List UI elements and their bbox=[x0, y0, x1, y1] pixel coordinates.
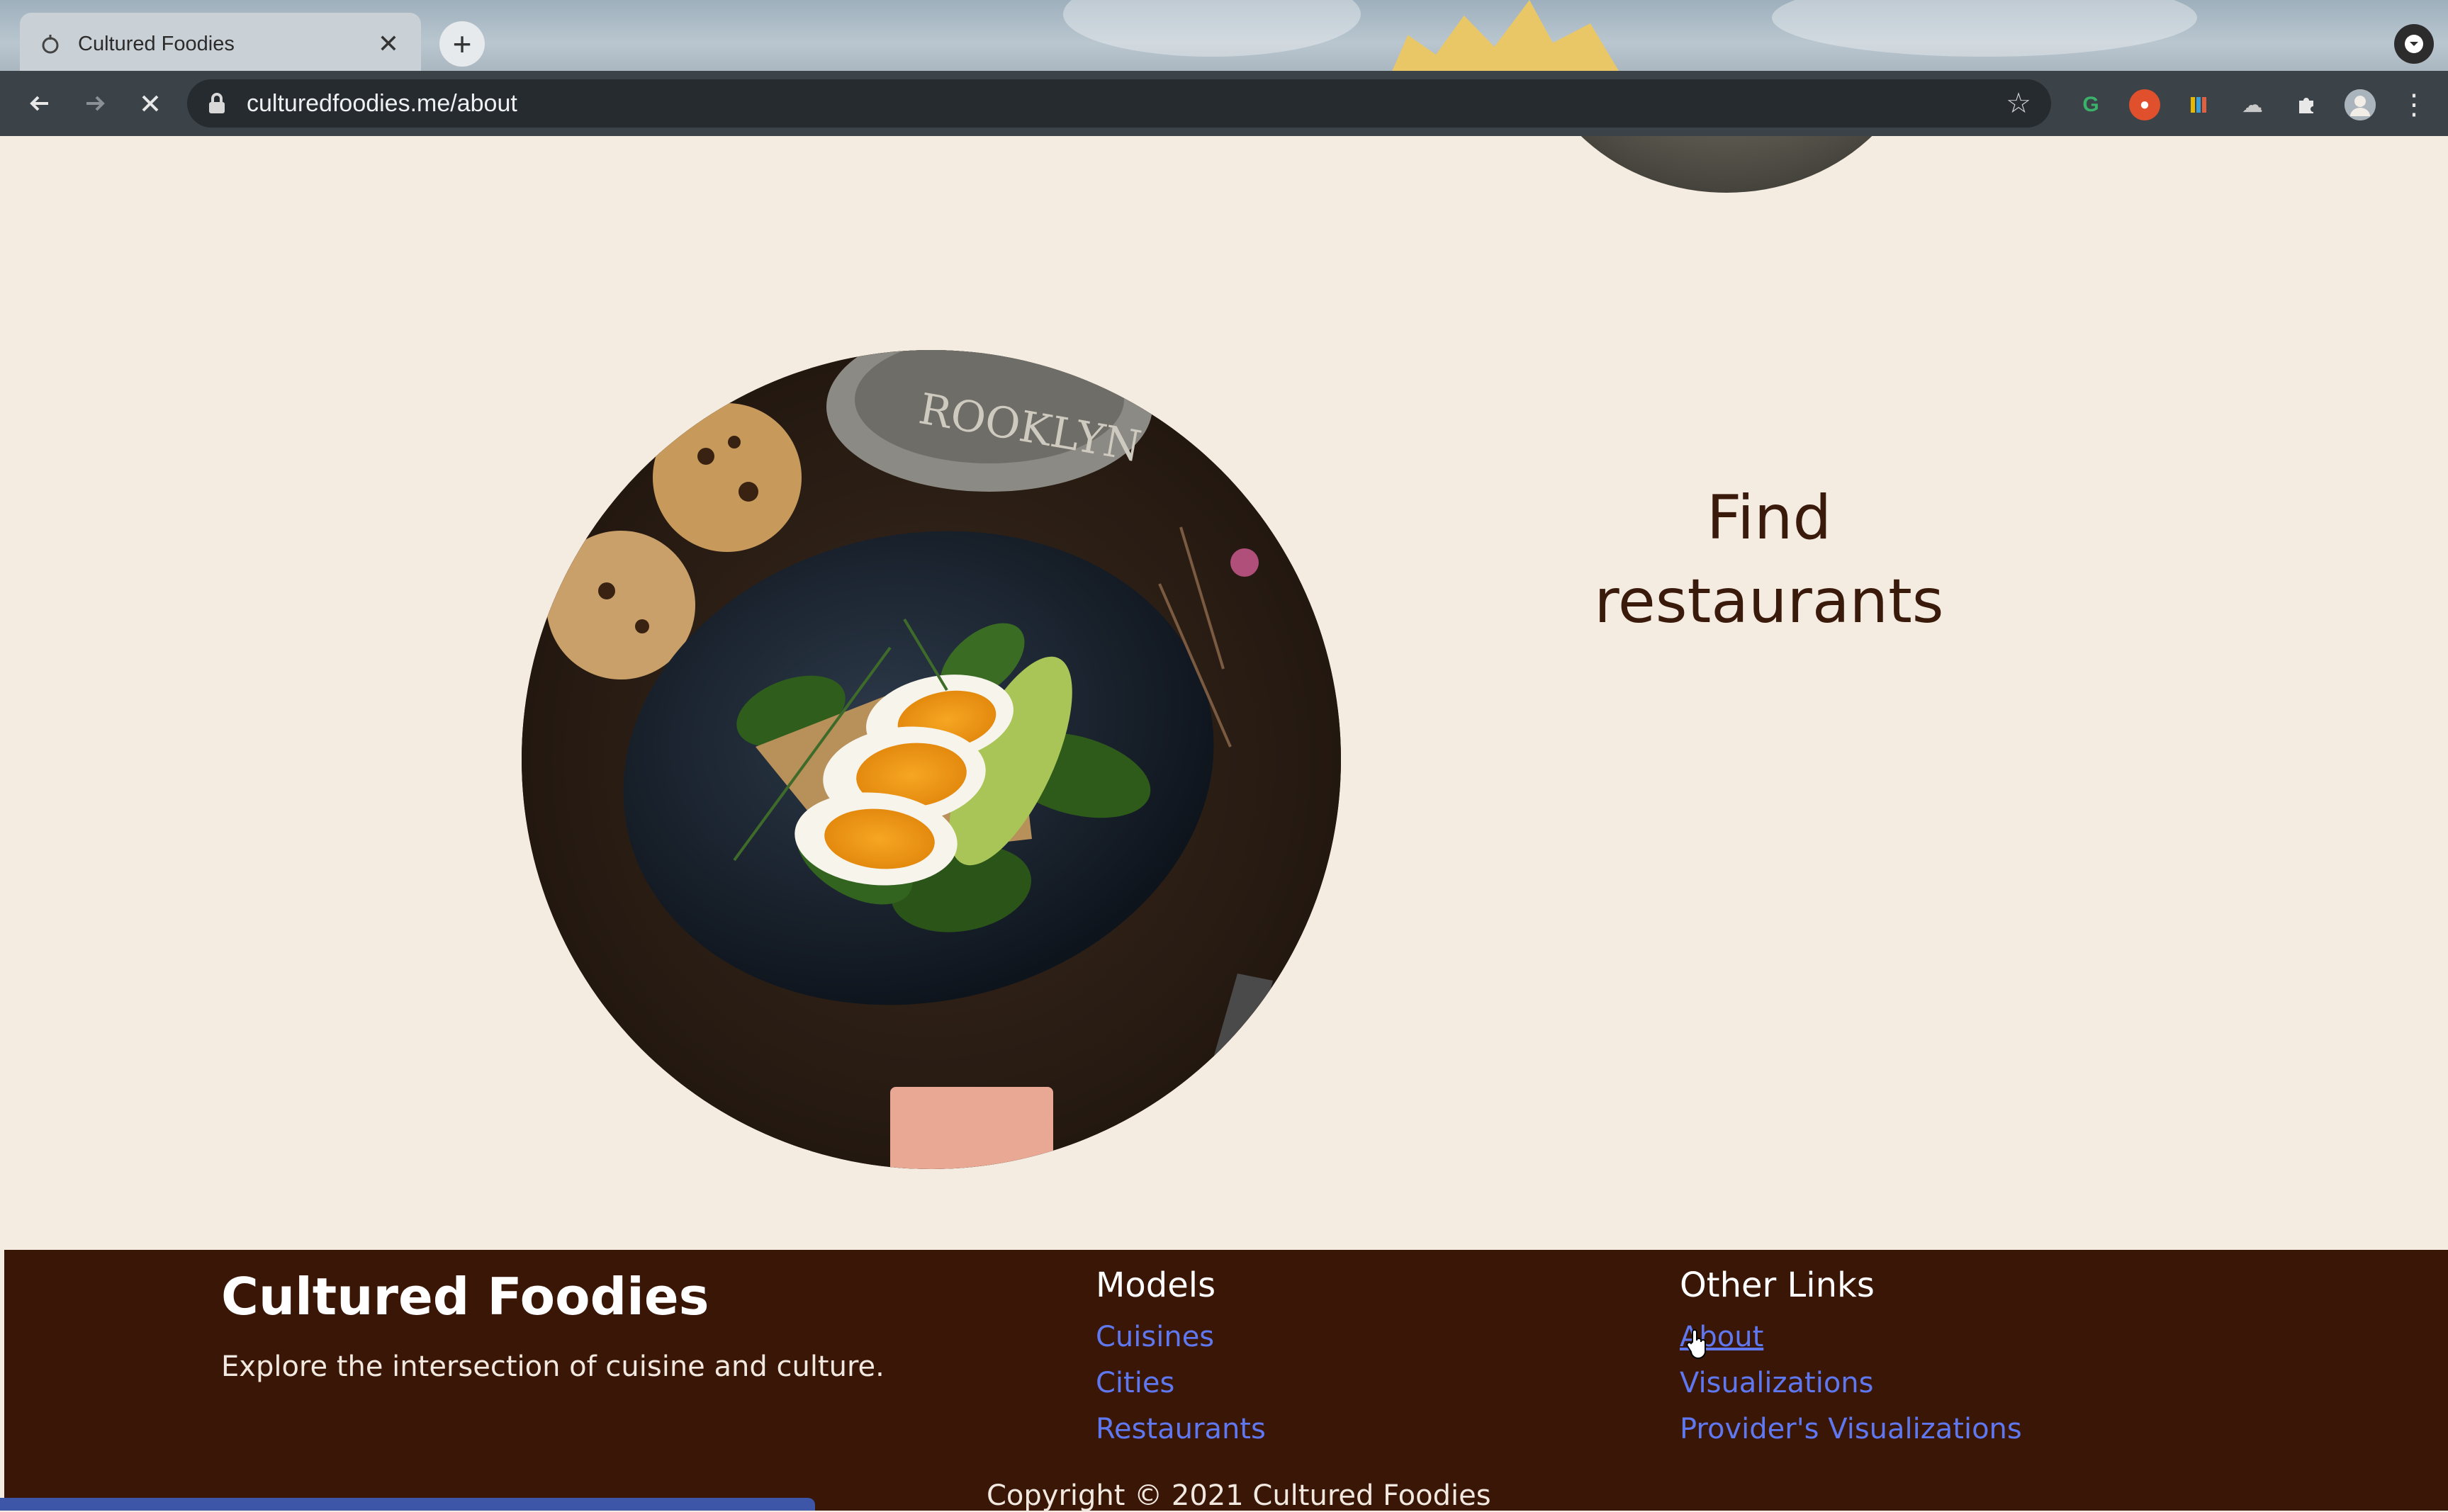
address-bar[interactable]: culturedfoodies.me/about ☆ bbox=[187, 79, 2051, 128]
tab-search-button[interactable] bbox=[2394, 24, 2434, 64]
new-tab-button[interactable]: + bbox=[439, 21, 485, 67]
list-item: Restaurants bbox=[1096, 1413, 1266, 1459]
other-links-heading: Other Links bbox=[1680, 1265, 1875, 1305]
browser-tab-strip: Cultured Foodies ✕ + bbox=[0, 0, 2448, 78]
footer-brand: Cultured Foodies bbox=[221, 1267, 709, 1326]
puzzle-extensions-icon[interactable] bbox=[2291, 89, 2322, 120]
site-footer: Cultured Foodies Explore the intersectio… bbox=[4, 1250, 2448, 1512]
other-links: About Visualizations Provider's Visualiz… bbox=[1680, 1321, 2022, 1459]
url-text[interactable]: culturedfoodies.me/about bbox=[247, 90, 2006, 118]
back-button[interactable] bbox=[18, 82, 61, 125]
stop-loading-icon bbox=[142, 95, 159, 112]
list-item: About bbox=[1680, 1321, 2022, 1367]
theme-decoration bbox=[1389, 0, 1623, 78]
pointer-hand-icon bbox=[1686, 1329, 1707, 1359]
kebab-menu-icon[interactable]: ⋮ bbox=[2398, 89, 2430, 120]
background-cloud bbox=[1063, 0, 1361, 57]
plus-icon: + bbox=[452, 26, 472, 62]
link-restaurants[interactable]: Restaurants bbox=[1096, 1413, 1266, 1445]
tab-cultured-foodies[interactable]: Cultured Foodies ✕ bbox=[20, 13, 421, 75]
link-visualizations[interactable]: Visualizations bbox=[1680, 1367, 1874, 1399]
lock-icon[interactable] bbox=[207, 92, 227, 115]
back-arrow-icon bbox=[30, 96, 48, 111]
heading-line-1: Find bbox=[1706, 483, 1832, 553]
link-cuisines[interactable]: Cuisines bbox=[1096, 1321, 1214, 1353]
grammarly-icon[interactable]: G bbox=[2075, 89, 2106, 120]
copyright-text: Copyright © 2021 Cultured Foodies bbox=[987, 1479, 1491, 1512]
site-favicon-icon bbox=[38, 32, 62, 56]
footer-tagline: Explore the intersection of cuisine and … bbox=[221, 1350, 885, 1383]
cloud-extension-icon[interactable]: ☁ bbox=[2237, 89, 2268, 120]
close-icon[interactable]: ✕ bbox=[374, 29, 403, 59]
stop-loading-button[interactable] bbox=[129, 82, 172, 125]
star-icon[interactable]: ☆ bbox=[2006, 87, 2031, 120]
section-heading: Find restaurants bbox=[1528, 476, 2010, 643]
browser-toolbar: culturedfoodies.me/about ☆ G ● ☁ ⋮ bbox=[0, 71, 2448, 136]
page-content: ROOKLYN Find restaurants bbox=[4, 136, 2448, 1250]
list-item: Visualizations bbox=[1680, 1367, 2022, 1413]
list-item: Cuisines bbox=[1096, 1321, 1266, 1367]
background-cloud bbox=[1772, 0, 2197, 57]
red-shield-extension-icon[interactable]: ● bbox=[2129, 89, 2160, 120]
list-item: Cities bbox=[1096, 1367, 1266, 1413]
forward-arrow-icon bbox=[86, 96, 105, 111]
profile-avatar-icon[interactable] bbox=[2345, 89, 2376, 120]
status-loading-bar bbox=[0, 1498, 815, 1511]
link-provider-visualizations[interactable]: Provider's Visualizations bbox=[1680, 1413, 2022, 1445]
decorative-image-edge bbox=[1528, 136, 1925, 193]
models-links: Cuisines Cities Restaurants bbox=[1096, 1321, 1266, 1459]
link-cities[interactable]: Cities bbox=[1096, 1367, 1174, 1399]
forward-button[interactable] bbox=[74, 82, 116, 125]
tab-title: Cultured Foodies bbox=[78, 32, 235, 55]
models-heading: Models bbox=[1096, 1265, 1216, 1305]
heading-line-2: restaurants bbox=[1594, 566, 1944, 637]
list-item: Provider's Visualizations bbox=[1680, 1413, 2022, 1459]
food-plate-photo: ROOKLYN bbox=[522, 350, 1341, 1169]
colorful-extension-icon[interactable] bbox=[2183, 89, 2214, 120]
chevron-down-icon bbox=[2405, 35, 2423, 53]
